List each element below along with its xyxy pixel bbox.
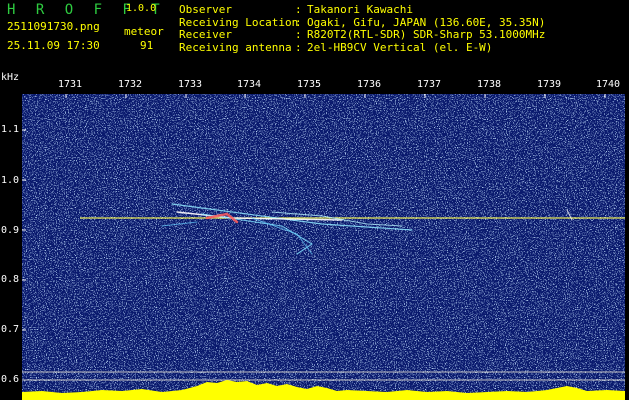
- info-row-antenna: Receiving antenna:2el-HB9CV Vertical (el…: [179, 40, 493, 54]
- y-tick-label: 1.1: [1, 124, 20, 135]
- station-info: Observer: Takanori Kawachi Receiving Loca…: [179, 3, 545, 54]
- app-version: 1.0.0: [126, 3, 157, 14]
- x-tick-label: 1734: [237, 79, 262, 90]
- header-panel: H R O F F T 1.0.0 2511091730.png 25.11.0…: [0, 0, 629, 72]
- meteor-count: 91: [140, 39, 154, 52]
- spectrogram: [22, 94, 625, 400]
- meteor-label: meteor: [124, 25, 164, 38]
- x-tick-label: 1737: [417, 79, 442, 90]
- x-tick-label: 1738: [477, 79, 502, 90]
- x-tick-label: 1740: [596, 79, 621, 90]
- x-tick-label: 1731: [58, 79, 83, 90]
- noise-layer: [22, 94, 625, 400]
- datetime-label: 25.11.09 17:30: [7, 39, 100, 52]
- y-tick-label: 0.7: [1, 324, 20, 335]
- y-tick-label: 0.6: [1, 374, 20, 385]
- filename-label: 2511091730.png: [7, 20, 100, 33]
- x-tick-label: 1732: [118, 79, 143, 90]
- y-tick-label: 0.9: [1, 225, 20, 236]
- x-tick-label: 1735: [297, 79, 322, 90]
- y-axis-unit: kHz: [1, 72, 20, 83]
- x-tick-label: 1739: [537, 79, 562, 90]
- y-tick-label: 1.0: [1, 175, 20, 186]
- x-tick-label: 1733: [178, 79, 203, 90]
- y-tick-label: 0.8: [1, 274, 20, 285]
- x-tick-label: 1736: [357, 79, 382, 90]
